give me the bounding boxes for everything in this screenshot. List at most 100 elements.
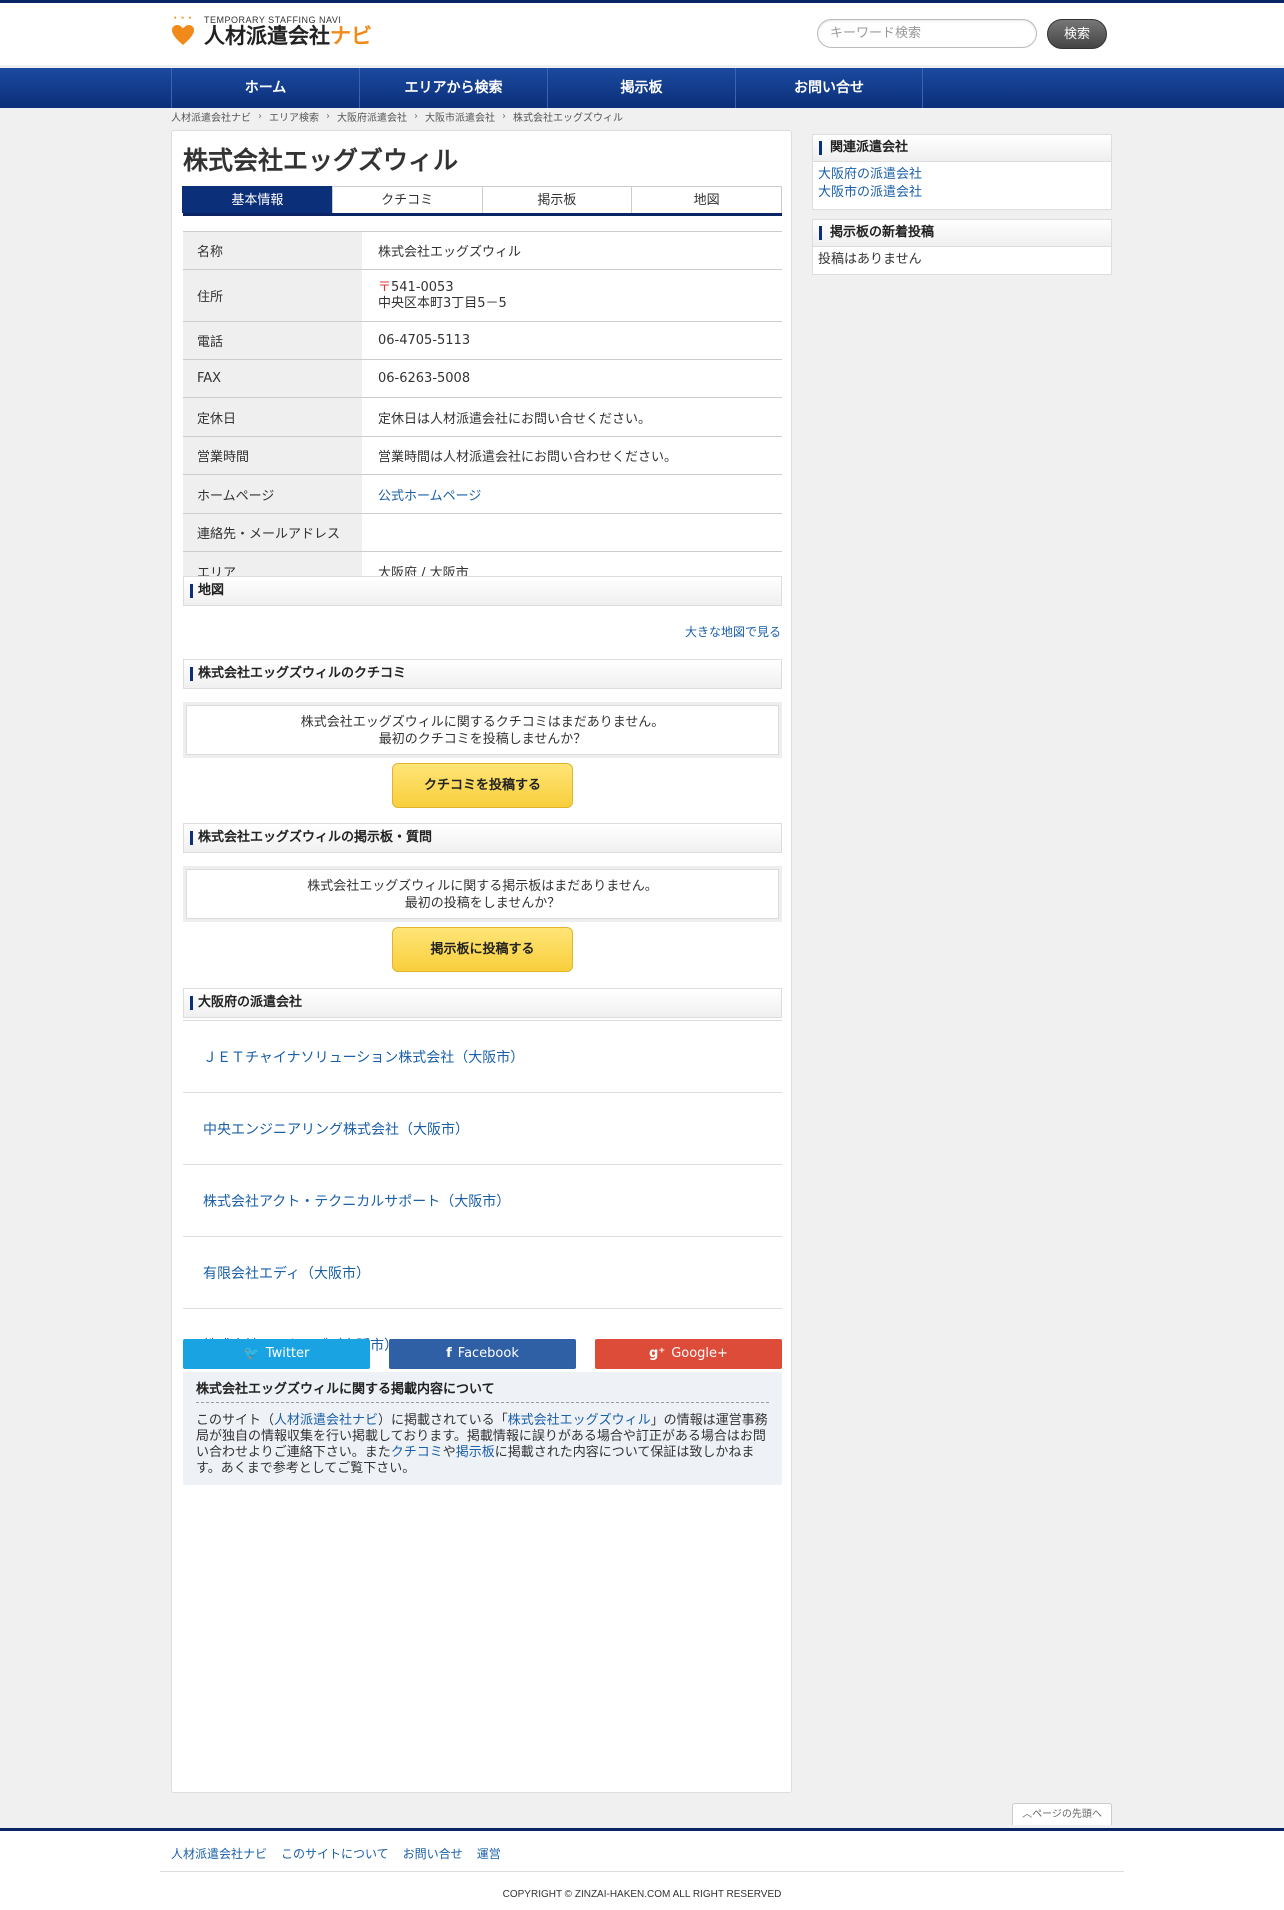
phone-number: 06-4705-5113 (378, 333, 471, 348)
main-content: 株式会社エッグズウィル 基本情報 クチコミ 掲示板 地図 名称 株式会社エッグズ… (171, 130, 792, 1793)
breadcrumb-current: 株式会社エッグズウィル (513, 113, 623, 124)
board-empty-message: 株式会社エッグズウィルに関する掲示板はまだありません。 最初の投稿をしませんか？ (183, 866, 782, 922)
tab-board[interactable]: 掲示板 (481, 186, 633, 213)
row-label: 住所 (183, 270, 362, 321)
row-label: FAX (183, 360, 362, 397)
osaka-section-heading: 大阪府の派遣会社 (183, 988, 782, 1018)
chevron-right-icon: › (326, 111, 330, 122)
chevron-right-icon: › (258, 111, 262, 122)
about-text: このサイト（人材派遣会社ナビ）に掲載されている「株式会社エッグズウィル」の情報は… (196, 1413, 768, 1476)
list-item[interactable]: 中央エンジニアリング株式会社（大阪市） (183, 1093, 782, 1165)
fax-number: 06-6263-5008 (378, 371, 471, 386)
row-label: 定休日 (183, 398, 362, 436)
list-item[interactable]: ＪＥＴチャイナソリューション株式会社（大阪市） (183, 1021, 782, 1093)
google-plus-button[interactable]: g⁺ Google+ (595, 1339, 782, 1369)
about-title: 株式会社エッグズウィルに関する掲載内容について (196, 1378, 769, 1403)
board-link[interactable]: 掲示板 (456, 1445, 495, 1460)
logo-title: 人材派遣会社ナビ (204, 24, 372, 49)
site-logo[interactable]: ᐧᐧᐧ TEMPORARY STAFFING NAVI 人材派遣会社ナビ (170, 11, 372, 51)
related-link-osaka-city[interactable]: 大阪市の派遣会社 (818, 184, 1106, 202)
big-map-link[interactable]: 大きな地図で見る (685, 623, 781, 640)
breadcrumb-item[interactable]: エリア検索 (269, 109, 319, 124)
related-link-osaka-pref[interactable]: 大阪府の派遣会社 (818, 166, 1106, 184)
tab-basic-info[interactable]: 基本情報 (182, 186, 333, 213)
footer-link-home[interactable]: 人材派遣会社ナビ (171, 1845, 267, 1862)
holiday-text: 定休日は人材派遣会社にお問い合せください。 (378, 411, 652, 427)
google-plus-label: Google+ (671, 1346, 728, 1361)
chevron-right-icon: › (414, 111, 418, 122)
twitter-label: Twitter (265, 1346, 310, 1361)
table-row: 住所 〒541-0053 中央区本町3丁目5－5 (183, 270, 782, 322)
breadcrumb: 人材派遣会社ナビ › エリア検索 › 大阪府派遣会社 › 大阪市派遣会社 › 株式会社エ… (171, 109, 623, 124)
table-row: 営業時間 営業時間は人材派遣会社にお問い合わせください。 (183, 437, 782, 475)
site-footer: 人材派遣会社ナビ このサイトについて お問い合せ 運営 COPYRIGHT © … (0, 1828, 1284, 1910)
message-line: 最初の投稿をしませんか？ (404, 896, 561, 911)
page-title: 株式会社エッグズウィル (183, 146, 459, 175)
related-companies-list: 大阪府の派遣会社 大阪市の派遣会社 (812, 162, 1112, 210)
nav-home[interactable]: ホーム (171, 68, 359, 108)
message-line: 株式会社エッグズウィルに関するクチコミはまだありません。 (300, 715, 665, 730)
tab-reviews[interactable]: クチコミ (331, 186, 483, 213)
info-table: 名称 株式会社エッグズウィル 住所 〒541-0053 中央区本町3丁目5－5 … (183, 231, 782, 591)
main-nav: ホーム エリアから検索 掲示板 お問い合せ (0, 68, 1284, 108)
board-section-heading: 株式会社エッグズウィルの掲示板・質問 (183, 823, 782, 853)
footer-divider (160, 1871, 1124, 1872)
address-text: 中央区本町3丁目5－5 (378, 295, 507, 311)
board-empty-text: 投稿はありません (818, 252, 922, 267)
hours-text: 営業時間は人材派遣会社にお問い合わせください。 (378, 450, 678, 465)
footer-links: 人材派遣会社ナビ このサイトについて お問い合せ 運営 (171, 1845, 501, 1862)
list-item[interactable]: 有限会社エディ（大阪市） (183, 1237, 782, 1309)
row-label: 電話 (183, 322, 362, 359)
board-new-posts: 投稿はありません (812, 247, 1112, 275)
chevron-right-icon: › (502, 111, 506, 122)
twitter-icon: 🐦 (243, 1346, 260, 1361)
review-empty-message: 株式会社エッグズウィルに関するクチコミはまだありません。 最初のクチコミを投稿し… (183, 702, 782, 758)
page-top-button[interactable]: ︿ページの先頭へ (1012, 1803, 1112, 1825)
message-line: 株式会社エッグズウィルに関する掲示板はまだありません。 (307, 879, 658, 894)
list-item[interactable]: 株式会社アクト・テクニカルサポート（大阪市） (183, 1165, 782, 1237)
breadcrumb-item[interactable]: 大阪府派遣会社 (337, 109, 407, 124)
search-input[interactable]: キーワード検索 (817, 19, 1037, 48)
nav-contact[interactable]: お問い合せ (735, 68, 923, 108)
tab-map[interactable]: 地図 (631, 186, 782, 213)
breadcrumb-item[interactable]: 大阪市派遣会社 (425, 109, 495, 124)
nav-area-search[interactable]: エリアから検索 (359, 68, 547, 108)
nav-board[interactable]: 掲示板 (547, 68, 735, 108)
copyright: COPYRIGHT © ZINZAI-HAKEN.COM ALL RIGHT R… (502, 1889, 782, 1900)
postal-mark-icon: 〒 (378, 279, 392, 295)
footer-link-about[interactable]: このサイトについて (281, 1845, 389, 1862)
message-line: 最初のクチコミを投稿しませんか？ (378, 732, 587, 747)
google-plus-icon: g⁺ (649, 1346, 666, 1361)
row-label: 名称 (183, 232, 362, 269)
tab-bar: 基本情報 クチコミ 掲示板 地図 (182, 186, 782, 216)
footer-link-contact[interactable]: お問い合せ (403, 1845, 463, 1862)
twitter-button[interactable]: 🐦 Twitter (183, 1339, 370, 1369)
related-companies-heading: 関連派遣会社 (812, 134, 1112, 162)
breadcrumb-item[interactable]: 人材派遣会社ナビ (171, 109, 251, 124)
postal-code: 〒541-0053 (378, 280, 782, 296)
post-board-button[interactable]: 掲示板に投稿する (392, 927, 573, 972)
footer-link-operator[interactable]: 運営 (477, 1845, 501, 1862)
homepage-link[interactable]: 公式ホームページ (378, 485, 782, 504)
site-link[interactable]: 人材派遣会社ナビ (274, 1413, 378, 1428)
row-value: 株式会社エッグズウィル (378, 245, 522, 260)
review-link[interactable]: クチコミ (391, 1445, 443, 1460)
facebook-button[interactable]: f Facebook (389, 1339, 576, 1369)
row-label: 営業時間 (183, 437, 362, 474)
row-value: 〒541-0053 中央区本町3丁目5－5 (362, 270, 782, 321)
about-box: 株式会社エッグズウィルに関する掲載内容について このサイト（人材派遣会社ナビ）に… (183, 1372, 782, 1485)
row-label: 連絡先・メールアドレス (183, 514, 362, 551)
page-top-label: ページの先頭へ (1032, 1809, 1102, 1820)
table-row: ホームページ 公式ホームページ (183, 475, 782, 514)
table-row: 定休日 定休日は人材派遣会社にお問い合せください。 (183, 398, 782, 437)
table-row: FAX 06-6263-5008 (183, 360, 782, 398)
search-button[interactable]: 検索 (1047, 19, 1107, 49)
company-link[interactable]: 株式会社エッグズウィル (508, 1413, 651, 1428)
review-section-heading: 株式会社エッグズウィルのクチコミ (183, 659, 782, 689)
post-review-button[interactable]: クチコミを投稿する (392, 763, 573, 808)
table-row: 名称 株式会社エッグズウィル (183, 232, 782, 270)
site-header: ᐧᐧᐧ TEMPORARY STAFFING NAVI 人材派遣会社ナビ キーワ… (0, 3, 1284, 65)
facebook-label: Facebook (457, 1346, 519, 1361)
chevron-up-icon: ︿ (1022, 1809, 1033, 1820)
table-row: 電話 06-4705-5113 (183, 322, 782, 360)
